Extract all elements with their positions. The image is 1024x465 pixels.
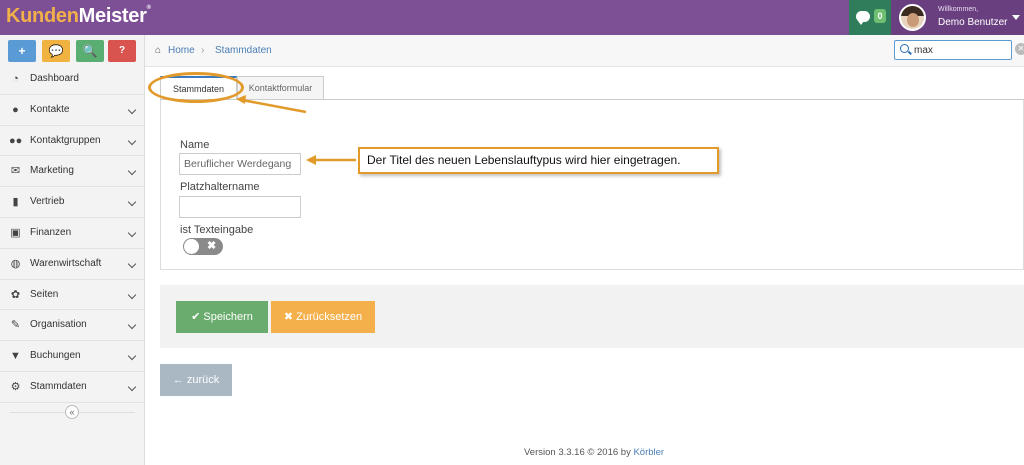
name-field[interactable] [179, 153, 301, 175]
chevron-down-icon [127, 136, 137, 145]
placeholder-name-label: Platzhaltername [180, 181, 260, 193]
sidebar-collapse-button[interactable]: « [65, 405, 79, 419]
breadcrumb-current[interactable]: Stammdaten [215, 45, 272, 56]
chevron-down-icon [127, 382, 137, 392]
brand-link[interactable]: Körbler [633, 447, 664, 458]
chevron-down-icon [127, 351, 137, 361]
quick-help-button[interactable]: ? [108, 40, 136, 62]
sidebar-item-buchungen[interactable]: ▼ Buchungen [0, 341, 145, 372]
messages-button[interactable]: 0 [849, 0, 891, 35]
sidebar-item-label: Buchungen [30, 350, 81, 362]
chevron-down-icon [127, 167, 137, 176]
placeholder-name-field[interactable] [179, 196, 301, 218]
chevron-down-icon [127, 105, 137, 115]
tab-highlight-ring [148, 72, 244, 103]
version-text: Version 3.3.16 © 2016 by [524, 447, 634, 458]
footer: Version 3.3.16 © 2016 by Körbler [524, 447, 664, 458]
user-menu[interactable]: Willkommen, Demo Benutzer [891, 0, 1024, 35]
search-box [894, 40, 1012, 60]
sidebar-item-stammdaten[interactable]: ⚙ Stammdaten [0, 372, 145, 403]
clear-search-icon[interactable]: ✕ [1015, 43, 1024, 55]
back-button-label: zurück [186, 374, 220, 386]
bar-chart-icon: ▮ [12, 196, 19, 209]
sidebar-item-finanzen[interactable]: ▣ Finanzen [0, 218, 145, 249]
toggle-knob [184, 239, 199, 254]
chevron-down-icon [127, 259, 137, 269]
logo-text-kunden: Kunden [6, 5, 79, 27]
envelope-icon: ✉ [10, 165, 21, 178]
user-icon: ● [12, 103, 19, 116]
sidebar-item-label: Vertrieb [30, 196, 65, 208]
chat-icon [856, 11, 870, 25]
arrow-left-icon: ← [172, 374, 187, 386]
sidebar-item-organisation[interactable]: ✎ Organisation [0, 310, 145, 342]
users-icon: ●● [9, 134, 23, 147]
sidebar-item-label: Kontakte [30, 103, 70, 115]
reset-button[interactable]: ✖ Zurücksetzen [271, 301, 375, 333]
chevron-down-icon [127, 197, 137, 207]
quick-add-button[interactable]: + [8, 40, 36, 62]
text-input-label: ist Texteingabe [180, 224, 254, 236]
tab-kontaktformular[interactable]: Kontaktformular [237, 76, 324, 100]
logo-text-meister: Meister [78, 5, 147, 27]
sidebar-item-label: Organisation [30, 319, 87, 331]
money-icon: ▣ [10, 226, 21, 239]
reset-button-label: Zurücksetzen [296, 311, 363, 323]
annotation-callout: Der Titel des neuen Lebenslauftypus wird… [358, 147, 719, 174]
chevron-down-icon [127, 321, 137, 330]
form-panel [160, 100, 1024, 270]
back-button[interactable]: ← zurück [160, 364, 232, 396]
sidebar-item-kontaktgruppen[interactable]: ●● Kontaktgruppen [0, 126, 145, 157]
sidebar-nav: ◔ Dashboard ● Kontakte ●● Kontaktgruppen… [0, 64, 145, 403]
sidebar-item-label: Seiten [30, 288, 59, 300]
globe-icon: ◍ [10, 257, 21, 270]
breadcrumb: ⌂ Home › Stammdaten ✕ [145, 35, 1024, 67]
sidebar-item-label: Warenwirtschaft [30, 257, 102, 269]
avatar [899, 4, 926, 31]
caret-down-icon [1012, 15, 1020, 20]
dashboard-icon: ◔ [12, 73, 19, 85]
breadcrumb-home-link[interactable]: Home [168, 45, 195, 56]
quick-chat-button[interactable]: 💬 [42, 40, 70, 62]
sidebar-item-kontakte[interactable]: ● Kontakte [0, 95, 145, 126]
chevron-down-icon [127, 228, 137, 238]
quick-search-button[interactable]: 🔍 [76, 40, 104, 62]
bookmark-icon: ▼ [10, 350, 21, 363]
sidebar-item-label: Kontaktgruppen [30, 134, 101, 146]
sidebar-item-label: Marketing [30, 165, 74, 177]
sidebar-item-warenwirtschaft[interactable]: ◍ Warenwirtschaft [0, 249, 145, 280]
sidebar-item-dashboard[interactable]: ◔ Dashboard [0, 64, 145, 95]
chevron-down-icon [127, 290, 137, 299]
sidebar-item-label: Dashboard [30, 73, 79, 84]
message-count-badge: 0 [874, 9, 886, 23]
check-icon: ✔ [191, 311, 204, 323]
sidebar: + 💬 🔍 ? ◔ Dashboard ● Kontakte ●● Kontak… [0, 35, 145, 465]
welcome-text: Willkommen, [938, 6, 979, 13]
sidebar-item-seiten[interactable]: ✿ Seiten [0, 280, 145, 311]
toggle-off-icon: ✖ [207, 240, 217, 252]
user-name: Demo Benutzer [938, 17, 1008, 28]
sidebar-item-vertrieb[interactable]: ▮ Vertrieb [0, 187, 145, 218]
leaf-icon: ✿ [10, 288, 21, 301]
name-label: Name [180, 139, 210, 151]
sidebar-item-marketing[interactable]: ✉ Marketing [0, 156, 145, 188]
text-input-toggle[interactable]: ✖ [183, 238, 223, 255]
logo-mark: ® [146, 5, 151, 11]
search-icon [900, 44, 909, 53]
app-logo[interactable]: KundenMeister® [6, 5, 151, 28]
save-button[interactable]: ✔ Speichern [176, 301, 268, 333]
gears-icon: ⚙ [10, 380, 21, 393]
sidebar-item-label: Finanzen [30, 226, 72, 238]
top-bar: KundenMeister® 0 Willkommen, Demo Benutz… [0, 0, 1024, 35]
save-button-label: Speichern [203, 311, 253, 323]
sidebar-item-label: Stammdaten [30, 380, 87, 392]
home-icon: ⌂ [155, 45, 162, 56]
breadcrumb-separator: › [201, 45, 205, 56]
edit-icon: ✎ [10, 319, 21, 332]
search-input[interactable] [914, 43, 1009, 57]
close-icon: ✖ [283, 311, 297, 323]
